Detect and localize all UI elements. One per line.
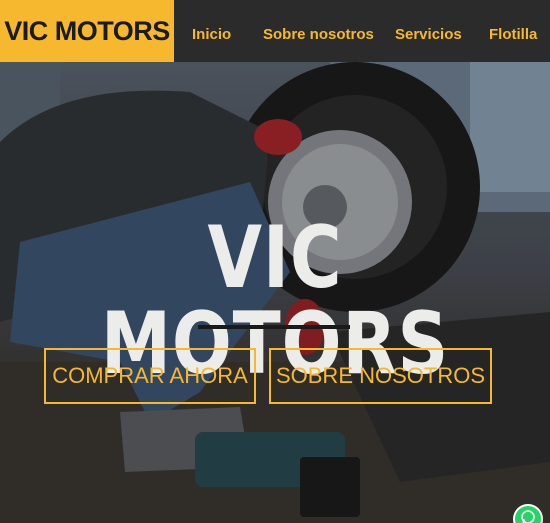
main-nav: Inicio Sobre nosotros Servicios Flotilla [174, 0, 550, 62]
whatsapp-icon [520, 509, 536, 523]
nav-item-inicio[interactable]: Inicio [192, 26, 231, 43]
nav-item-sobre-nosotros[interactable]: Sobre nosotros [263, 26, 374, 43]
brand-logo[interactable]: VIC MOTORS [0, 0, 174, 62]
hero-divider [198, 325, 350, 329]
sobre-nosotros-button[interactable]: SOBRE NOSOTROS [269, 348, 492, 404]
site-header: VIC MOTORS Inicio Sobre nosotros Servici… [0, 0, 550, 62]
nav-item-flotilla[interactable]: Flotilla [489, 26, 537, 43]
nav-item-servicios[interactable]: Servicios [395, 26, 462, 43]
comprar-ahora-button[interactable]: COMPRAR AHORA [44, 348, 256, 404]
